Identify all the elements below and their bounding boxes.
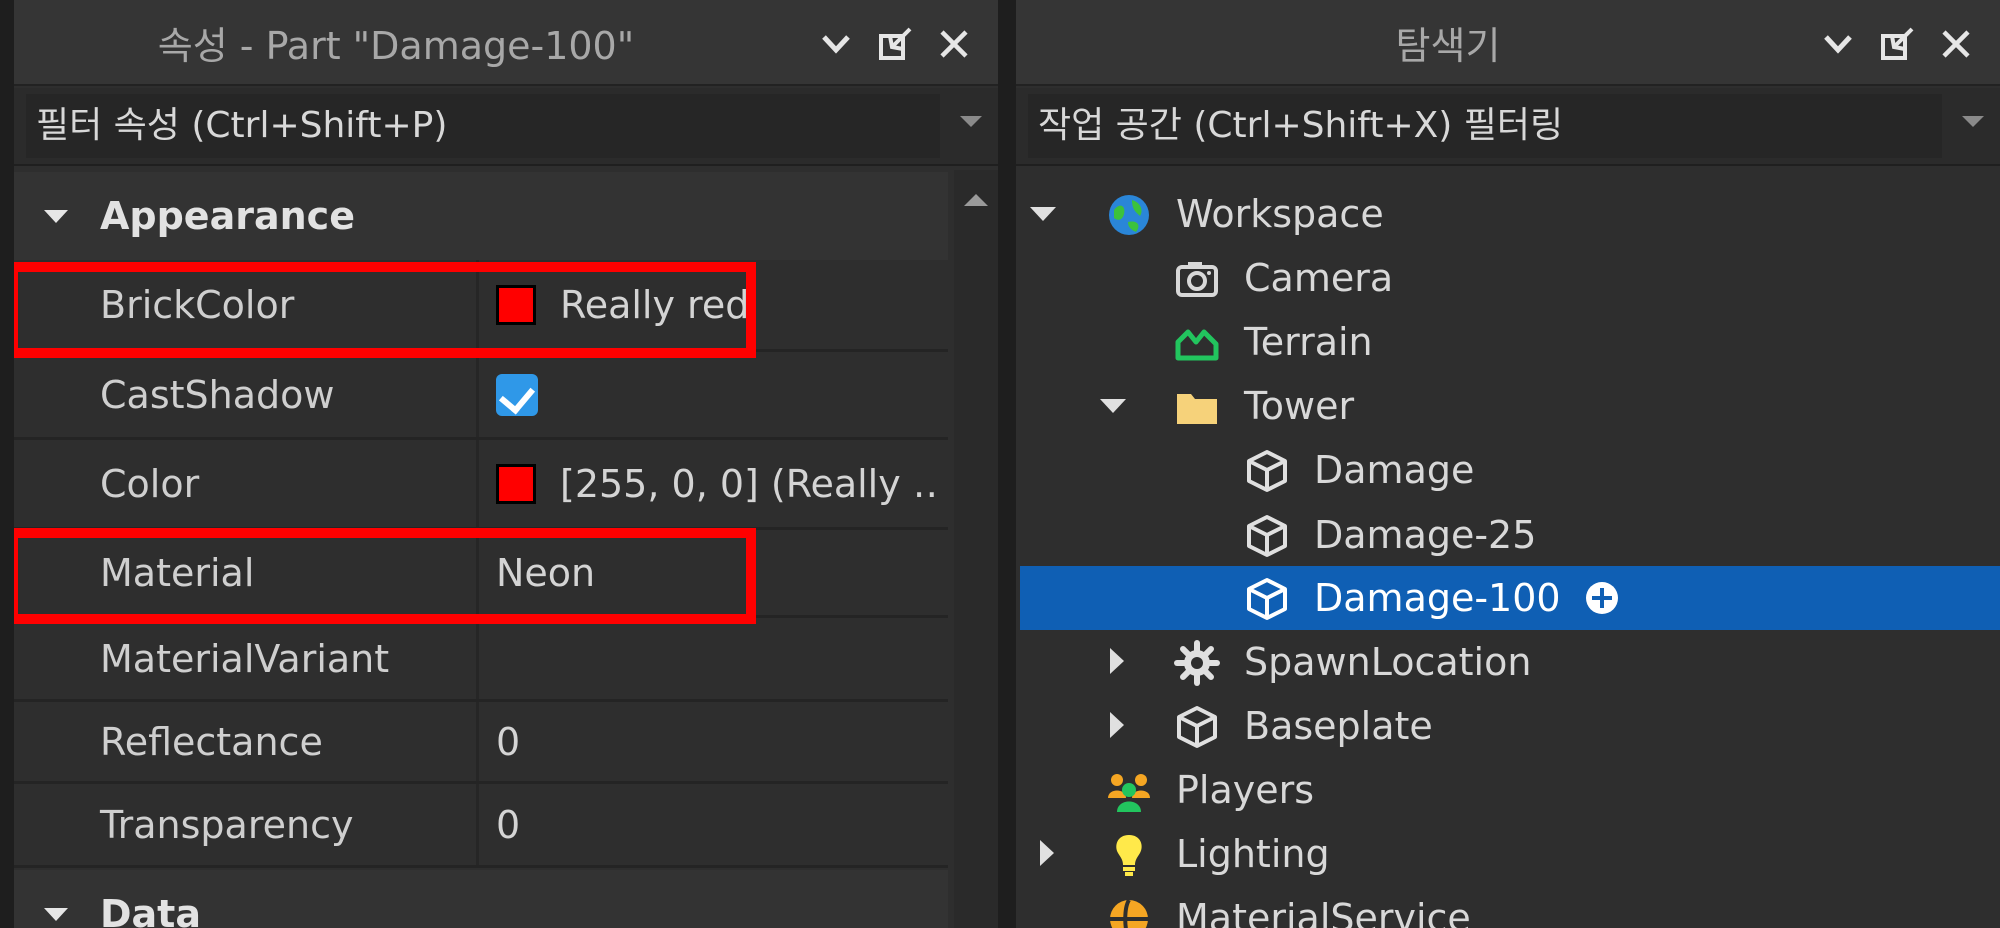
tree-item-spawnlocation[interactable]: SpawnLocation xyxy=(1020,630,2000,694)
chevron-down-icon[interactable] xyxy=(1818,24,1858,64)
players-icon xyxy=(1108,774,1150,812)
section-label: Data xyxy=(100,892,201,928)
expand-arrow-icon[interactable] xyxy=(1110,712,1124,738)
filter-dropdown-arrow-icon[interactable] xyxy=(960,116,982,127)
properties-grid: Appearance BrickColor Really red CastSha… xyxy=(14,170,948,928)
folder-icon xyxy=(1177,394,1217,424)
column-divider[interactable] xyxy=(476,784,479,865)
column-divider[interactable] xyxy=(476,702,479,781)
material-service-icon xyxy=(1110,898,1148,928)
close-icon[interactable] xyxy=(1936,24,1976,64)
scroll-up-arrow-icon[interactable] xyxy=(964,194,988,206)
column-divider[interactable] xyxy=(476,440,479,527)
property-name: MaterialVariant xyxy=(100,636,390,681)
tree-item-camera[interactable]: Camera xyxy=(1020,246,2000,310)
part-cube-icon xyxy=(1177,706,1217,748)
tree-item-label: Camera xyxy=(1244,256,1394,300)
chevron-down-icon[interactable] xyxy=(816,24,856,64)
globe-icon xyxy=(1109,195,1149,235)
property-value-text: [255, 0, 0] (Really … xyxy=(560,461,938,506)
explorer-tree: Workspace Camera Terrain Tower Damage Da… xyxy=(1016,170,2000,928)
properties-scrollbar[interactable] xyxy=(954,170,998,928)
expand-arrow-icon[interactable] xyxy=(1030,207,1056,221)
property-value[interactable] xyxy=(496,352,938,437)
tree-item-tower[interactable]: Tower xyxy=(1020,374,2000,438)
explorer-filter-bar: 작업 공간 (Ctrl+Shift+X) 필터링 xyxy=(1016,88,2000,166)
tree-item-label: Baseplate xyxy=(1244,704,1433,748)
property-row-color[interactable]: Color [255, 0, 0] (Really … xyxy=(14,440,948,530)
properties-filter-bar: 필터 속성 (Ctrl+Shift+P) xyxy=(14,88,998,166)
close-icon[interactable] xyxy=(934,24,974,64)
property-name: Color xyxy=(100,461,200,506)
explorer-title: 탐색기 xyxy=(1395,24,1501,68)
annotation-highlight-material xyxy=(14,528,756,624)
column-divider[interactable] xyxy=(476,618,479,699)
tree-item-players[interactable]: Players xyxy=(1020,758,2000,822)
part-cube-icon xyxy=(1247,515,1287,557)
tree-item-label: Players xyxy=(1176,768,1315,812)
property-name: Transparency xyxy=(100,802,354,847)
tree-item-damage-100[interactable]: Damage-100 xyxy=(1020,566,2000,630)
insert-object-plus-icon[interactable] xyxy=(1584,580,1620,616)
camera-icon xyxy=(1176,262,1218,297)
color-swatch[interactable] xyxy=(496,463,536,504)
tree-item-label: MaterialService xyxy=(1176,896,1471,928)
tree-item-label: Terrain xyxy=(1244,320,1373,364)
tree-item-label: Damage-100 xyxy=(1314,576,1561,620)
expand-arrow-icon[interactable] xyxy=(1110,648,1124,674)
property-value[interactable] xyxy=(496,618,938,699)
terrain-icon xyxy=(1175,329,1219,361)
properties-title: 속성 - Part "Damage-100" xyxy=(157,24,635,68)
explorer-panel: 탐색기 작업 공간 (Ctrl+Shift+X) 필터링 Workspace C… xyxy=(1016,0,2000,928)
tree-item-label: Damage xyxy=(1314,448,1475,492)
property-row-castshadow[interactable]: CastShadow xyxy=(14,352,948,440)
property-value[interactable]: 0 xyxy=(496,784,938,865)
explorer-filter-input[interactable]: 작업 공간 (Ctrl+Shift+X) 필터링 xyxy=(1028,94,1942,158)
undock-icon[interactable] xyxy=(1878,24,1918,64)
properties-filter-input[interactable]: 필터 속성 (Ctrl+Shift+P) xyxy=(26,94,940,158)
explorer-titlebar: 탐색기 xyxy=(1016,0,2000,86)
property-value-text: 0 xyxy=(496,719,521,764)
tree-item-damage-25[interactable]: Damage-25 xyxy=(1020,503,2000,567)
lightbulb-icon xyxy=(1116,835,1142,876)
section-data[interactable]: Data xyxy=(14,870,948,928)
section-label: Appearance xyxy=(100,194,355,238)
expand-arrow-icon[interactable] xyxy=(1100,399,1126,413)
annotation-highlight-brickcolor xyxy=(14,262,756,358)
tree-item-materialservice[interactable]: MaterialService xyxy=(1020,886,2000,928)
collapse-arrow-icon[interactable] xyxy=(44,908,68,921)
property-row-materialvariant[interactable]: MaterialVariant xyxy=(14,618,948,702)
property-value[interactable]: 0 xyxy=(496,702,938,781)
tree-item-label: Damage-25 xyxy=(1314,513,1537,557)
part-cube-icon xyxy=(1247,578,1287,620)
section-appearance[interactable]: Appearance xyxy=(14,172,948,260)
property-value[interactable]: [255, 0, 0] (Really … xyxy=(496,440,938,527)
properties-panel: 속성 - Part "Damage-100" 필터 속성 (Ctrl+Shift… xyxy=(14,0,998,928)
spawn-gear-icon xyxy=(1174,640,1220,686)
property-row-transparency[interactable]: Transparency 0 xyxy=(14,784,948,868)
properties-titlebar: 속성 - Part "Damage-100" xyxy=(14,0,998,86)
filter-dropdown-arrow-icon[interactable] xyxy=(1962,116,1984,127)
column-divider[interactable] xyxy=(476,352,479,437)
expand-arrow-icon[interactable] xyxy=(1040,840,1054,866)
property-value-text: 0 xyxy=(496,802,521,847)
tree-item-lighting[interactable]: Lighting xyxy=(1020,822,2000,886)
property-name: Reflectance xyxy=(100,719,323,764)
tree-item-label: SpawnLocation xyxy=(1244,640,1532,684)
property-row-reflectance[interactable]: Reflectance 0 xyxy=(14,702,948,784)
tree-item-baseplate[interactable]: Baseplate xyxy=(1020,694,2000,758)
tree-item-workspace[interactable]: Workspace xyxy=(1020,182,2000,246)
tree-item-label: Lighting xyxy=(1176,832,1330,876)
tree-item-label: Workspace xyxy=(1176,192,1384,236)
collapse-arrow-icon[interactable] xyxy=(44,210,68,223)
tree-item-label: Tower xyxy=(1244,384,1355,428)
part-cube-icon xyxy=(1247,450,1287,492)
property-name: CastShadow xyxy=(100,372,335,417)
castshadow-checkbox[interactable] xyxy=(496,373,538,416)
undock-icon[interactable] xyxy=(876,24,916,64)
tree-item-terrain[interactable]: Terrain xyxy=(1020,310,2000,374)
tree-item-damage[interactable]: Damage xyxy=(1020,438,2000,502)
